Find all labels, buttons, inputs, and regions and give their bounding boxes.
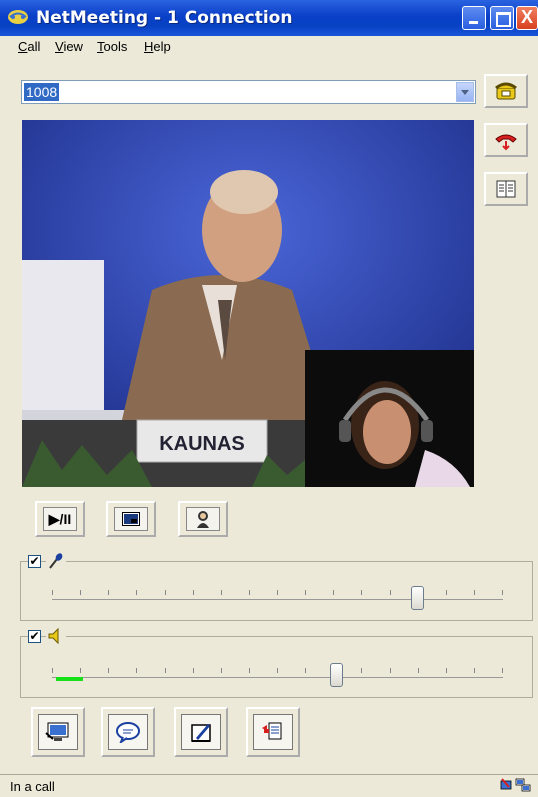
self-view-video[interactable]: [305, 350, 474, 487]
window-title: NetMeeting - 1 Connection: [36, 8, 293, 28]
speaker-slider-track: [52, 677, 503, 678]
place-call-button[interactable]: [484, 74, 528, 108]
close-button[interactable]: X: [516, 6, 538, 30]
microphone-slider-track: [52, 599, 503, 600]
hang-up-icon: [495, 134, 517, 151]
self-view-frame: [305, 350, 474, 487]
phone-dial-icon: [495, 82, 517, 100]
adjust-audio-button[interactable]: [178, 501, 228, 537]
menu-bar: Call View Tools Help: [0, 36, 538, 58]
speaker-icon: [46, 627, 66, 645]
microphone-checkbox[interactable]: ✔: [28, 555, 41, 568]
remote-video: KAUNAS: [22, 120, 474, 487]
file-transfer-icon: [262, 722, 282, 740]
microphone-icon: [46, 552, 66, 570]
speaker-slider-thumb[interactable]: [329, 663, 343, 687]
address-book-icon: [496, 180, 516, 198]
file-transfer-button[interactable]: [246, 707, 300, 757]
play-pause-button[interactable]: ▶/II: [35, 501, 85, 537]
chat-button[interactable]: [101, 707, 155, 757]
status-text: In a call: [10, 779, 55, 794]
share-program-button[interactable]: [31, 707, 85, 757]
menu-help[interactable]: Help: [144, 39, 171, 54]
microphone-slider-thumb[interactable]: [410, 586, 424, 610]
menu-view[interactable]: View: [55, 39, 83, 54]
nameplate-text: KAUNAS: [159, 433, 245, 455]
microphone-slider-ticks: [52, 590, 503, 598]
share-icon: [45, 722, 69, 741]
address-value[interactable]: 1008: [24, 83, 60, 101]
chat-icon: [116, 722, 140, 743]
speaker-group: [20, 636, 533, 698]
title-bar: NetMeeting - 1 Connection X: [0, 0, 538, 36]
pip-icon: [122, 512, 140, 526]
menu-call[interactable]: Call: [18, 39, 40, 54]
whiteboard-button[interactable]: [174, 707, 228, 757]
whiteboard-icon: [191, 724, 211, 742]
play-pause-icon: ▶/II: [43, 507, 77, 531]
maximize-button[interactable]: [490, 6, 514, 30]
person-icon: [197, 511, 209, 528]
connection-status-icon: [500, 778, 531, 792]
speaker-checkbox[interactable]: ✔: [28, 630, 41, 643]
picture-in-picture-button[interactable]: [106, 501, 156, 537]
speaker-activity-bar: [56, 677, 83, 681]
chevron-down-icon[interactable]: [456, 82, 474, 102]
netmeeting-icon: [8, 10, 28, 24]
minimize-button[interactable]: [462, 6, 486, 30]
address-combo[interactable]: 1008: [21, 80, 476, 104]
directory-button[interactable]: [484, 172, 528, 206]
close-icon: X: [521, 7, 534, 27]
menu-tools[interactable]: Tools: [97, 39, 127, 54]
speaker-slider-ticks: [52, 668, 503, 676]
end-call-button[interactable]: [484, 123, 528, 157]
status-bar: In a call: [0, 774, 538, 797]
